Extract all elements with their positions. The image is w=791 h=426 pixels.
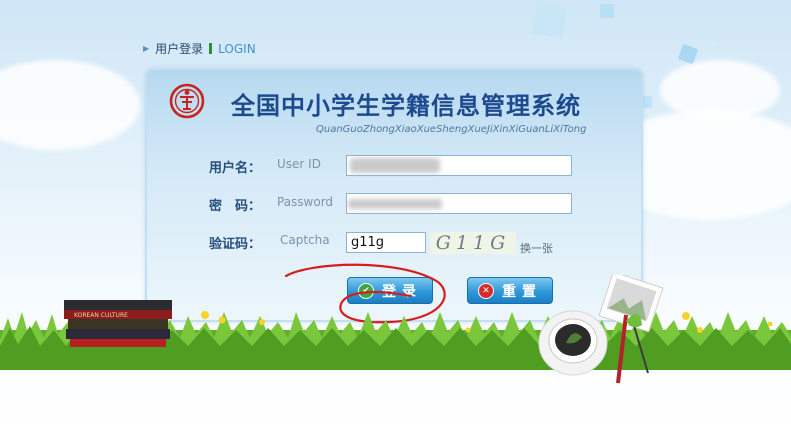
close-icon: ✕ — [478, 282, 494, 299]
password-label-en: Password — [277, 195, 334, 209]
reset-button-label: 重置 — [502, 283, 542, 300]
breadcrumb-label-en: LOGIN — [218, 41, 256, 56]
username-label: 用户名： — [209, 161, 262, 176]
book-spine-text: KOREAN CULTURE — [74, 312, 128, 319]
captcha-field[interactable] — [346, 232, 426, 253]
decor-cube — [600, 4, 614, 18]
cloud — [0, 60, 140, 150]
decor-cube — [712, 42, 718, 48]
arrow-right-icon: ▶ — [143, 44, 150, 53]
captcha-image[interactable]: G11G — [430, 232, 516, 254]
photo-decoration — [598, 275, 664, 384]
page-title: 全国中小学生学籍信息管理系统 — [231, 92, 581, 120]
page-subtitle: QuanGuoZhongXiaoXueShengXueJiXinXiGuanLi… — [316, 124, 587, 135]
breadcrumb-label: 用户登录 — [155, 42, 204, 56]
breadcrumb-divider — [209, 43, 213, 54]
captcha-label: 验证码： — [209, 237, 262, 252]
redaction-blur — [350, 158, 440, 173]
books-decoration: KOREAN CULTURE — [64, 300, 172, 347]
decor-cube — [677, 43, 699, 65]
system-logo-icon — [169, 83, 205, 119]
cloud — [660, 60, 780, 120]
redaction-blur — [348, 199, 442, 209]
captcha-label-en: Captcha — [280, 233, 330, 247]
captcha-refresh-link[interactable]: 换一张 — [520, 240, 553, 256]
decor-cube — [532, 3, 568, 39]
password-label: 密 码： — [209, 199, 262, 214]
breadcrumb: ▶ 用户登录 LOGIN — [143, 40, 256, 57]
username-label-en: User ID — [277, 157, 321, 171]
